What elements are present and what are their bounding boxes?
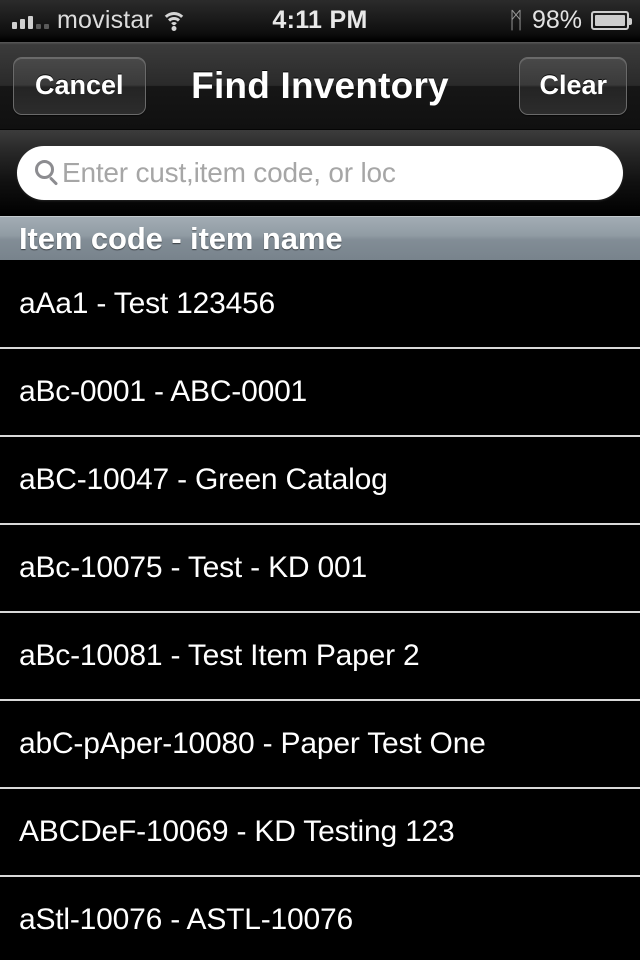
search-input[interactable]: Enter cust,item code, or loc (17, 146, 623, 200)
list-item[interactable]: ABCDeF-10069 - KD Testing 123 (0, 789, 640, 877)
list-item[interactable]: aStl-10076 - ASTL-10076 (0, 877, 640, 960)
list-item-label: aBc-0001 - ABC-0001 (19, 375, 308, 408)
navigation-bar: Cancel Find Inventory Clear (0, 42, 640, 130)
list-item[interactable]: aBc-10075 - Test - KD 001 (0, 525, 640, 613)
inventory-list: aAa1 - Test 123456 aBc-0001 - ABC-0001 aBC… (0, 261, 640, 960)
list-item-label: ABCDeF-10069 - KD Testing 123 (19, 815, 455, 848)
list-item-label: aBc-10081 - Test Item Paper 2 (19, 639, 420, 672)
section-header: Item code - item name (0, 216, 640, 261)
clear-button[interactable]: Clear (519, 56, 627, 115)
list-item[interactable]: abC-pAper-10080 - Paper Test One (0, 701, 640, 789)
status-bar-clock: 4:11 PM (272, 6, 368, 34)
list-item-label: aStl-10076 - ASTL-10076 (19, 903, 353, 936)
list-item[interactable]: aBc-10081 - Test Item Paper 2 (0, 613, 640, 701)
section-header-label: Item code - item name (19, 220, 343, 256)
list-item[interactable]: aBc-0001 - ABC-0001 (0, 349, 640, 437)
app-root: movistar 4:11 PM ᛗ 98% Cancel Find Inven… (0, 0, 640, 960)
list-item-label: aBc-10075 - Test - KD 001 (19, 551, 367, 584)
list-item[interactable]: aAa1 - Test 123456 (0, 261, 640, 349)
list-item-label: aBC-10047 - Green Catalog (19, 463, 388, 496)
cancel-button[interactable]: Cancel (13, 56, 146, 115)
status-bar: movistar 4:11 PM ᛗ 98% (0, 0, 640, 42)
search-bar: Enter cust,item code, or loc (0, 130, 640, 216)
list-item-label: aAa1 - Test 123456 (19, 287, 276, 320)
search-placeholder: Enter cust,item code, or loc (62, 157, 396, 188)
list-item-label: abC-pAper-10080 - Paper Test One (19, 727, 486, 760)
battery-icon (591, 11, 632, 30)
search-icon (35, 160, 61, 186)
list-item[interactable]: aBC-10047 - Green Catalog (0, 437, 640, 525)
